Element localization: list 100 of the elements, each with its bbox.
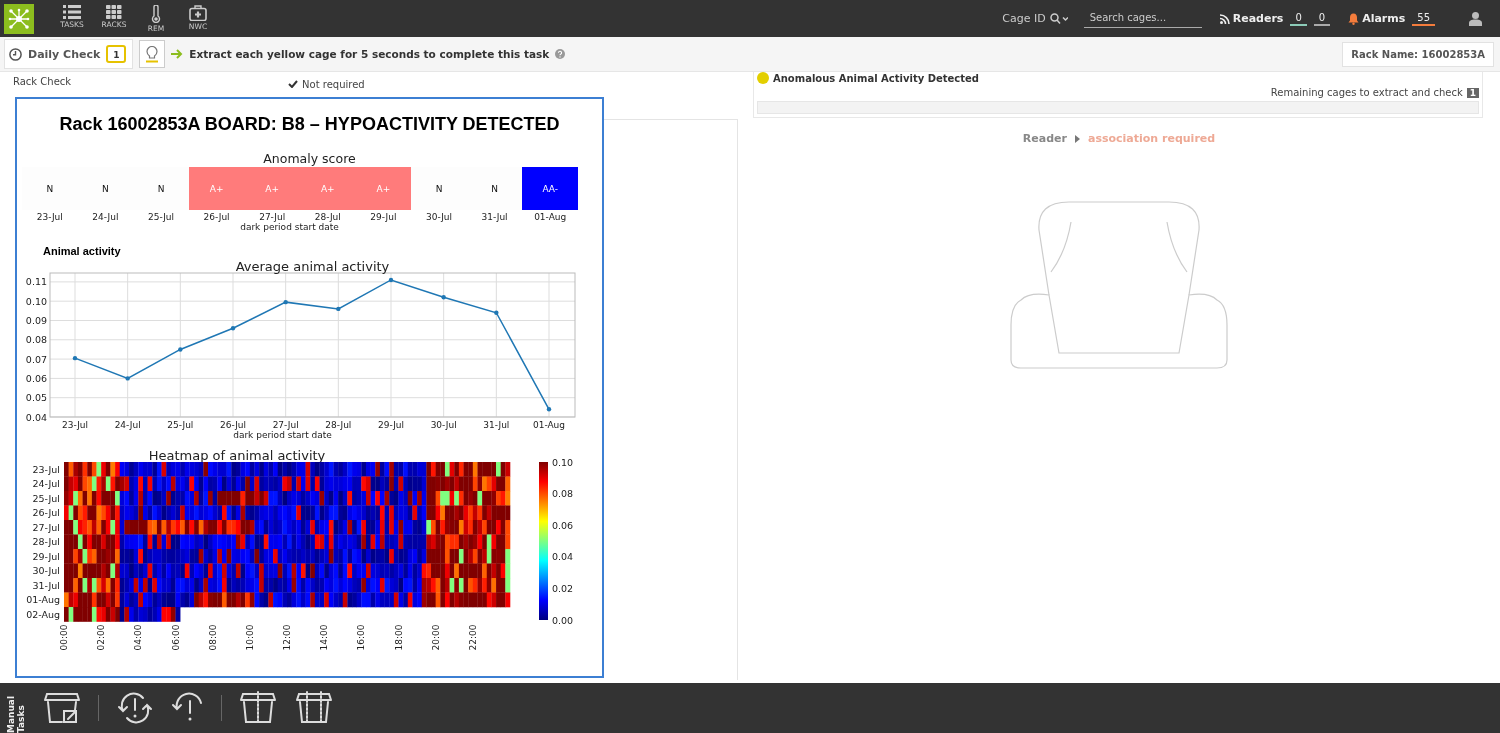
chart-title: Anomaly score	[263, 151, 356, 166]
data-point	[283, 299, 288, 305]
time-label: 06:00	[170, 624, 181, 651]
report-title: Rack 16002853A BOARD: B8 – HYPOACTIVITY DETECTED	[59, 114, 560, 135]
alarm-count[interactable]: 55	[1412, 11, 1435, 26]
reader-count[interactable]: 0	[1290, 11, 1307, 26]
y-tick-label: 0.05	[25, 392, 47, 404]
x-tick-label: 01-Aug	[532, 420, 566, 430]
time-label: 18:00	[393, 624, 404, 651]
cage-split-icon[interactable]	[238, 691, 278, 725]
daily-check-button[interactable]: Daily Check 1	[4, 39, 134, 69]
app-logo[interactable]	[4, 3, 34, 34]
data-point	[178, 347, 183, 352]
row-label: 25-Jul	[32, 492, 60, 504]
score-cell: A+	[355, 167, 412, 210]
data-point	[441, 295, 446, 300]
manual-tasks-label: Manual Tasks	[6, 695, 26, 733]
y-tick-label: 0.11	[25, 276, 47, 288]
rack-check-status: Not required	[302, 78, 365, 90]
time-label: 02:00	[96, 624, 107, 651]
data-point	[230, 326, 236, 331]
time-label: 20:00	[430, 624, 441, 651]
row-label: 02-Aug	[26, 608, 60, 620]
data-point	[336, 306, 341, 312]
time-label: 16:00	[356, 624, 367, 651]
medical-kit-icon	[189, 4, 207, 21]
row-label: 27-Jul	[32, 521, 60, 533]
x-tick-label: 28-Jul	[325, 420, 352, 430]
row-label: 24-Jul	[32, 478, 60, 490]
check-icon	[288, 80, 299, 88]
cage-id-dropdown[interactable]: Cage ID	[1002, 12, 1068, 25]
x-tick-label: 29-Jul	[377, 420, 405, 430]
score-cell: AA-	[522, 167, 578, 210]
alert-title: Anomalous Animal Activity Detected	[773, 72, 979, 84]
clock-icon	[9, 47, 22, 61]
readers-label: Readers	[1232, 12, 1284, 25]
time-label: 00:00	[59, 624, 69, 651]
reader-label: Reader	[1022, 132, 1067, 145]
rack-check-label: Rack Check	[13, 76, 72, 89]
reader-count[interactable]: 0	[1313, 11, 1331, 26]
date-label: 28-Jul	[313, 212, 342, 222]
date-label: 27-Jul	[258, 212, 287, 222]
axis-label: dark period start date	[240, 222, 339, 232]
row-label: 26-Jul	[32, 507, 60, 519]
y-tick-label: 0.07	[25, 353, 47, 365]
data-point	[388, 277, 394, 283]
help-icon[interactable]	[555, 49, 566, 59]
bell-icon	[1348, 12, 1360, 25]
lightbulb-icon	[146, 45, 159, 63]
x-tick-label: 23-Jul	[61, 420, 89, 430]
user-icon[interactable]	[1469, 11, 1482, 26]
date-label: 01-Aug	[533, 212, 568, 222]
row-label: 31-Jul	[32, 579, 60, 591]
reader-status: association required	[1088, 132, 1216, 145]
y-tick-label: 0.08	[25, 334, 47, 346]
data-point	[494, 310, 499, 315]
y-tick-label: 0.04	[25, 411, 47, 423]
caret-icon	[1075, 134, 1080, 143]
scale-label: 0.06	[552, 519, 574, 531]
y-tick-label: 0.09	[25, 315, 47, 326]
search-icon	[1049, 13, 1068, 24]
time-label: 10:00	[244, 624, 255, 651]
time-label: 12:00	[282, 624, 292, 651]
task-instruction: Extract each yellow cage for 5 seconds to complete this task	[189, 48, 550, 60]
rss-icon	[1219, 13, 1230, 24]
row-label: 28-Jul	[32, 536, 60, 548]
x-tick-label: 26-Jul	[219, 420, 247, 430]
section-heading: Animal activity	[43, 245, 122, 257]
grid-icon	[106, 4, 122, 19]
calendar-day: 1	[106, 45, 127, 63]
scale-label: 0.10	[552, 456, 574, 468]
search-field[interactable]: Search cages...	[1083, 9, 1202, 28]
chart-title: Average animal activity	[235, 259, 390, 274]
scale-label: 0.00	[552, 614, 574, 626]
time-label: 08:00	[207, 624, 218, 651]
time-label: 04:00	[133, 624, 144, 651]
date-label: 30-Jul	[424, 212, 453, 222]
row-label: 23-Jul	[32, 463, 60, 475]
hint-button[interactable]	[139, 40, 166, 68]
list-icon	[63, 4, 81, 19]
row-label: 30-Jul	[32, 565, 60, 577]
y-tick-label: 0.10	[25, 295, 47, 307]
date-label: 24-Jul	[91, 212, 120, 222]
cage-edit-icon[interactable]	[42, 691, 82, 725]
date-label: 26-Jul	[202, 212, 231, 222]
scale-label: 0.02	[552, 582, 574, 594]
thermometer-icon	[151, 4, 161, 23]
refresh-alert-icon[interactable]	[115, 691, 155, 725]
time-label: 22:00	[467, 624, 478, 651]
date-label: 31-Jul	[480, 212, 509, 222]
score-cell: A+	[244, 167, 300, 210]
cage-split-icon[interactable]	[294, 691, 334, 725]
data-point	[72, 355, 78, 361]
scale-label: 0.04	[552, 551, 574, 563]
row-label: 29-Jul	[32, 550, 60, 562]
chart-title: Heatmap of animal activity	[148, 448, 326, 463]
x-tick-label: 25-Jul	[167, 420, 194, 430]
score-cell: A+	[188, 167, 245, 210]
x-tick-label: 27-Jul	[272, 420, 299, 430]
x-axis-label: dark period start date	[233, 430, 332, 440]
